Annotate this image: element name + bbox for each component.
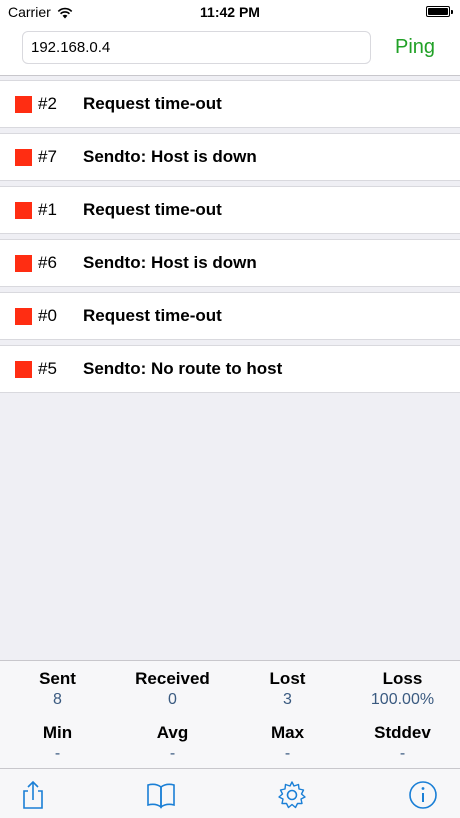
result-message: Sendto: Host is down [83,147,257,166]
info-icon[interactable] [407,779,439,811]
host-address-input[interactable] [22,31,371,64]
stat-value: 8 [53,691,62,708]
list-item[interactable]: #1 Request time-out [0,186,460,234]
result-message: Request time-out [83,94,222,113]
list-item[interactable]: #7 Sendto: Host is down [0,133,460,181]
stat-stddev: Stddev - [345,723,460,765]
stat-label: Min [42,723,73,742]
sequence-number: #5 [38,359,57,378]
stat-avg: Avg - [115,723,230,765]
stat-label: Loss [382,669,423,688]
book-icon[interactable] [145,779,177,811]
sequence-number: #0 [38,306,57,325]
status-time: 11:42 PM [200,4,260,20]
stat-value: 100.00% [370,691,435,708]
error-status-icon [15,361,32,378]
result-message: Sendto: Host is down [83,253,257,272]
stat-value: - [284,745,291,762]
sequence-number: #1 [38,200,57,219]
status-bar: Carrier 11:42 PM [0,0,460,24]
stat-value: - [54,745,61,762]
header: Ping [0,24,460,76]
stat-lost: Lost 3 [230,669,345,711]
stat-label: Received [135,669,210,688]
sequence-number: #2 [38,94,57,113]
gear-icon[interactable] [276,779,308,811]
stat-value: - [169,745,176,762]
error-status-icon [15,308,32,325]
stat-value: 0 [168,691,177,708]
list-item[interactable]: #6 Sendto: Host is down [0,239,460,287]
list-item[interactable]: #2 Request time-out [0,80,460,128]
battery-icon [426,6,453,17]
ping-button[interactable]: Ping [380,31,450,64]
stat-loss: Loss 100.00% [345,669,460,711]
screen: Carrier 11:42 PM Ping #2 Request time-ou… [0,0,460,818]
stat-label: Lost [269,669,306,688]
sequence-number: #7 [38,147,57,166]
stat-label: Sent [39,669,76,688]
list-item[interactable]: #5 Sendto: No route to host [0,345,460,393]
result-message: Request time-out [83,306,222,325]
stat-min: Min - [0,723,115,765]
list-item[interactable]: #0 Request time-out [0,292,460,340]
stat-received: Received 0 [115,669,230,711]
results-list: #2 Request time-out #7 Sendto: Host is d… [0,80,460,398]
stat-value: 3 [283,691,292,708]
result-message: Request time-out [83,200,222,219]
stat-value: - [399,745,406,762]
stat-sent: Sent 8 [0,669,115,711]
share-icon[interactable] [17,779,49,811]
toolbar [0,768,460,818]
error-status-icon [15,202,32,219]
stat-label: Stddev [374,723,431,742]
result-message: Sendto: No route to host [83,359,283,378]
stat-label: Avg [156,723,189,742]
error-status-icon [15,149,32,166]
error-status-icon [15,255,32,272]
stat-label: Max [270,723,305,742]
statistics-panel: Sent 8 Received 0 Lost 3 Loss 100.00% Mi… [0,660,460,768]
sequence-number: #6 [38,253,57,272]
error-status-icon [15,96,32,113]
stat-max: Max - [230,723,345,765]
